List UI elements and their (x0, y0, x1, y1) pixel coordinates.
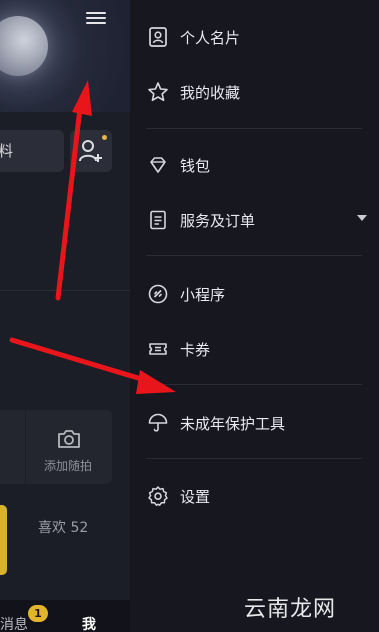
annotation-arrowhead (72, 80, 92, 116)
annotation-arrows (9, 80, 176, 394)
annotation-arrow-right (9, 337, 151, 384)
annotation-arrowhead (136, 370, 176, 394)
annotation-arrow-up (55, 105, 83, 301)
